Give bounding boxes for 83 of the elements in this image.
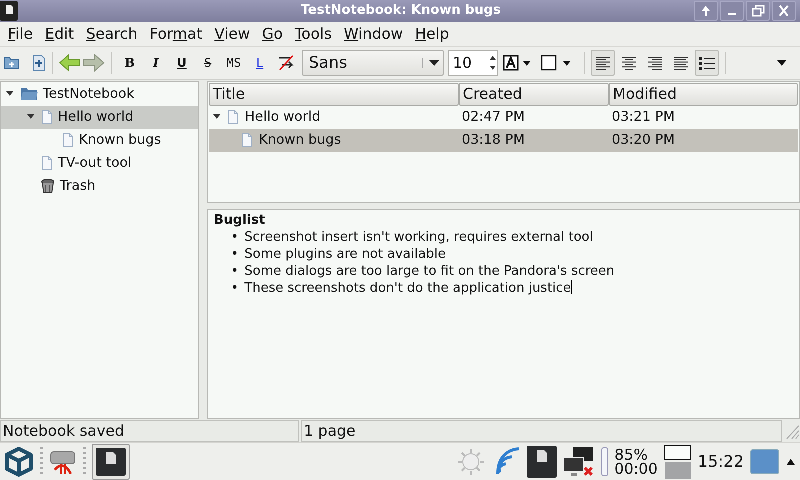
document-icon xyxy=(227,110,239,124)
format-button[interactable]: MS xyxy=(222,50,246,76)
task-button[interactable] xyxy=(92,444,130,480)
battery-gauge-icon xyxy=(600,446,609,477)
table-cell-text: 03:21 PM xyxy=(611,109,676,126)
restore-icon[interactable] xyxy=(746,0,770,21)
clock: 15:22 xyxy=(698,452,744,472)
document-icon xyxy=(241,133,253,148)
menu-item[interactable]: Go xyxy=(256,24,290,43)
status-text: Notebook saved xyxy=(0,420,299,442)
tree-item[interactable]: TV-out tool xyxy=(1,152,198,175)
align-icon xyxy=(648,56,662,70)
dropdown-icon xyxy=(422,58,443,68)
minimize-icon[interactable] xyxy=(720,0,744,21)
format-button[interactable]: U xyxy=(170,50,194,76)
bullet-list-button[interactable] xyxy=(695,50,719,76)
raise-icon[interactable] xyxy=(694,0,718,21)
column-header[interactable]: Title xyxy=(209,82,459,106)
menu-item[interactable]: Edit xyxy=(39,24,80,43)
note-heading: Buglist xyxy=(214,212,266,229)
menu-item[interactable]: Search xyxy=(80,24,144,43)
clear-format-icon xyxy=(277,54,295,71)
folder-icon xyxy=(20,87,38,102)
tray-expand-icon[interactable] xyxy=(786,458,796,466)
format-button[interactable]: B xyxy=(118,50,142,76)
menu-item[interactable]: Help xyxy=(409,24,456,43)
bullet: • xyxy=(231,262,239,280)
document-icon xyxy=(41,156,53,170)
battery-time: 00:00 xyxy=(614,462,658,476)
bullet: • xyxy=(231,228,239,246)
list-item-text: Screenshot insert isn't working, requires external tool xyxy=(244,228,594,246)
close-icon[interactable] xyxy=(772,0,796,21)
table-cell: Known bugs xyxy=(259,132,342,148)
align-icon xyxy=(674,56,688,70)
tree-item[interactable]: Trash xyxy=(1,174,198,198)
status-text: 1 page xyxy=(301,420,782,442)
forward-arrow-icon[interactable] xyxy=(83,54,105,72)
network-disconnected-icon[interactable] xyxy=(562,446,595,478)
align-icon xyxy=(596,56,610,70)
align-icon xyxy=(622,56,636,70)
bullet-list-icon xyxy=(699,56,715,70)
menu-item[interactable]: View xyxy=(208,24,256,43)
column-header[interactable]: Created xyxy=(459,82,609,106)
new-notebook-icon[interactable] xyxy=(4,56,20,70)
cube-logo-icon[interactable] xyxy=(4,446,34,477)
menu-item[interactable]: File xyxy=(2,24,40,43)
document-icon xyxy=(41,110,53,124)
font-size-field[interactable]: 10 xyxy=(448,50,498,76)
table-cell-text: 02:47 PM xyxy=(461,109,526,126)
text-caret xyxy=(571,280,572,294)
format-button[interactable]: L xyxy=(248,50,272,76)
tree-item[interactable]: Known bugs xyxy=(1,128,198,152)
tree-item[interactable]: TestNotebook xyxy=(1,82,198,106)
window-title: TestNotebook: Known bugs xyxy=(300,3,502,18)
bullet: • xyxy=(231,280,239,297)
table-cell: Hello world xyxy=(245,109,321,126)
memory-meter-icon xyxy=(664,444,692,479)
battery-percent: 85% xyxy=(614,448,648,462)
document-icon[interactable] xyxy=(526,446,557,478)
text-color-icon xyxy=(503,54,533,71)
new-page-icon[interactable] xyxy=(32,54,46,71)
document-icon xyxy=(96,448,126,476)
trash-icon xyxy=(41,178,55,194)
list-item-text: Some dialogs are too large to fit on the Pandora's screen xyxy=(244,262,615,280)
menu-item[interactable]: Window xyxy=(338,24,410,43)
dropdown-icon xyxy=(776,58,788,67)
list-item-text: These screenshots don't do the application justice xyxy=(244,280,572,297)
tree-item[interactable]: Hello world xyxy=(1,106,198,129)
table-cell-text: 03:18 PM xyxy=(461,132,526,148)
font-combo[interactable]: Sans xyxy=(302,50,444,76)
table-cell-text: 03:20 PM xyxy=(611,132,676,148)
spin-arrows-icon xyxy=(489,54,497,72)
format-button[interactable]: I xyxy=(144,50,168,76)
align-button[interactable] xyxy=(591,50,615,76)
bullet: • xyxy=(231,246,239,263)
menu-item[interactable]: Format xyxy=(144,24,209,43)
document-icon xyxy=(62,133,74,148)
format-button[interactable]: S xyxy=(196,50,220,76)
column-header[interactable]: Modified xyxy=(609,82,798,106)
list-item-text: Some plugins are not available xyxy=(244,246,446,263)
desktop-icon[interactable] xyxy=(750,448,780,476)
back-arrow-icon[interactable] xyxy=(59,54,81,72)
menu-item[interactable]: Tools xyxy=(289,24,338,43)
